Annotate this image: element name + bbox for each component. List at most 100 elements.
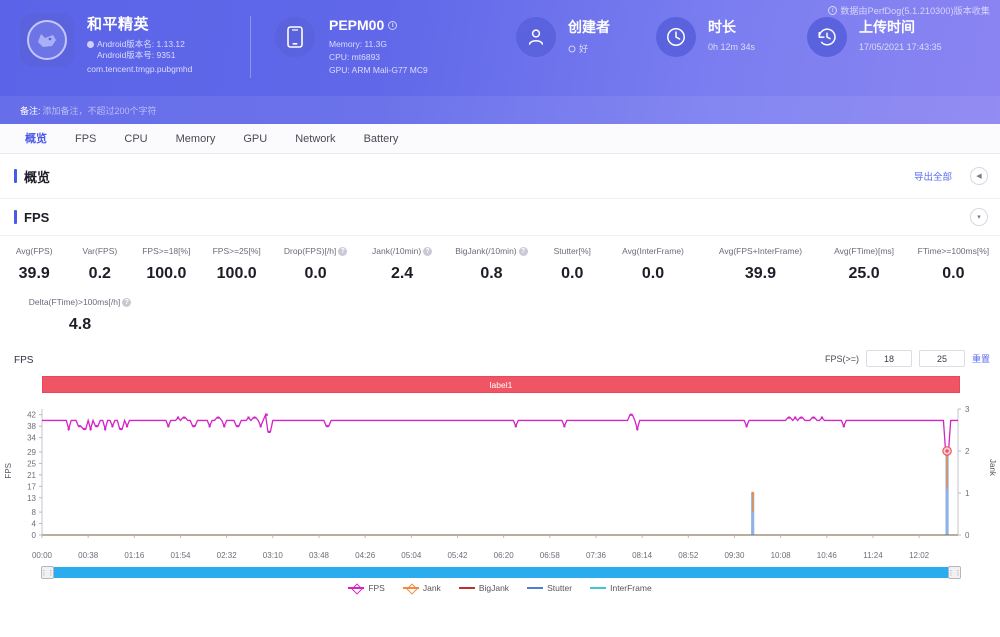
x-axis-tick-label: 07:36: [585, 551, 606, 560]
svg-text:38: 38: [27, 422, 36, 431]
fps-threshold-low-input[interactable]: [865, 350, 912, 367]
help-icon[interactable]: ?: [338, 246, 348, 256]
app-version-name: Android版本名: 1.13.12: [97, 39, 185, 49]
device-info-icon[interactable]: i: [388, 20, 398, 30]
tab-GPU[interactable]: GPU: [229, 124, 281, 154]
legend-swatch-icon: [527, 587, 544, 589]
metric-FPS>=25[%]: FPS>=25[%] 100.0: [202, 246, 272, 283]
metric-value: 100.0: [216, 265, 257, 282]
help-icon[interactable]: ?: [518, 246, 528, 256]
tab-CPU[interactable]: CPU: [110, 124, 161, 154]
x-axis-tick-label: 10:46: [816, 551, 837, 560]
user-icon: [528, 29, 544, 45]
metric-label: FPS>=25[%]: [212, 246, 261, 256]
scrollbar-left-handle[interactable]: ⋮⋮: [41, 566, 55, 579]
metric-FPS>=18[%]: FPS>=18[%] 100.0: [131, 246, 201, 283]
metric-label: Avg(FPS): [15, 246, 53, 256]
metric-label: BigJank(/10min)?: [455, 246, 528, 256]
x-axis-tick-label: 00:00: [31, 551, 53, 560]
legend-item-FPS[interactable]: FPS: [348, 583, 385, 593]
metric-FTime>=100ms[%]: FTime>=100ms[%] 0.0: [907, 246, 1000, 283]
person-small-icon: [568, 45, 576, 52]
svg-text:3: 3: [965, 405, 970, 414]
help-icon[interactable]: ?: [122, 297, 132, 307]
metric-Stutter[%]: Stutter[%] 0.0: [538, 246, 606, 283]
x-axis-tick-label: 01:54: [170, 551, 191, 560]
history-clock-icon: [818, 28, 836, 46]
legend-item-Jank[interactable]: Jank: [402, 583, 441, 593]
x-axis-tick-label: 06:20: [493, 551, 514, 560]
legend-item-InterFrame[interactable]: InterFrame: [590, 583, 652, 593]
metric-Delta(FTime)>100ms[/h]: Delta(FTime)>100ms[/h]? 4.8: [0, 297, 160, 334]
metric-label: Avg(FTime)[ms]: [834, 246, 895, 256]
scene-label-band[interactable]: label1: [42, 376, 960, 393]
help-icon[interactable]: ?: [423, 246, 433, 256]
svg-text:13: 13: [27, 494, 36, 503]
legend-swatch-icon: [402, 587, 419, 589]
metric-label: Avg(InterFrame): [622, 246, 684, 256]
legend-swatch-icon: [348, 587, 365, 589]
x-axis-tick-label: 05:42: [447, 551, 468, 560]
overview-section-header: 概览 导出全部 ◀: [0, 154, 1000, 198]
fps-section-title: FPS: [24, 209, 50, 225]
upload-time-label: 上传时间: [859, 19, 916, 35]
tab-FPS[interactable]: FPS: [61, 124, 110, 154]
fps-chart: FPS FPS(>=) 重置 label1 048131721252934384…: [0, 348, 1000, 593]
metric-Avg(FPS+InterFrame): Avg(FPS+InterFrame) 39.9: [700, 246, 822, 283]
x-axis-tick-label: 10:08: [770, 551, 791, 560]
chart-range-scrollbar[interactable]: ⋮⋮ ⋮⋮: [41, 566, 962, 579]
legend-label: BigJank: [478, 583, 510, 593]
legend-label: Stutter: [547, 583, 573, 593]
scrollbar-right-handle[interactable]: ⋮⋮: [948, 566, 962, 579]
metric-Avg(FPS): Avg(FPS) 39.9: [0, 246, 68, 283]
export-all-button[interactable]: 导出全部: [914, 169, 952, 183]
metric-value: 39.9: [744, 265, 777, 282]
overview-collapse-button[interactable]: ◀: [970, 167, 988, 185]
tab-Network[interactable]: Network: [281, 124, 349, 154]
report-header: i 数据由PerfDog(5.1.210300)版本收集 和平精英 Androi…: [0, 0, 1000, 124]
fps-threshold-high-input[interactable]: [918, 350, 965, 367]
x-axis-tick-label: 08:14: [632, 551, 653, 560]
scrollbar-track[interactable]: [42, 567, 960, 578]
app-version-code: Android版本号: 9351: [97, 50, 176, 60]
fps-plot-area[interactable]: 0 4 8 13 17 21 25 29 34 38 42 0 1 2 3 FPS Jank: [0, 401, 1000, 551]
legend-item-BigJank[interactable]: BigJank: [458, 583, 510, 593]
reset-button[interactable]: 重置: [972, 352, 990, 365]
metric-value: 0.0: [561, 265, 584, 282]
fps-metrics-panel: Avg(FPS) 39.9 Var(FPS) 0.2 FPS>=18[%] 100.0 FP…: [0, 235, 1000, 340]
fps-chart-toolbar: FPS FPS(>=) 重置: [0, 348, 1000, 372]
creator-value: 好: [579, 44, 589, 54]
wolf-logo-icon: [38, 34, 56, 47]
x-axis-tick-label: 08:52: [678, 551, 699, 560]
metric-value: 0.2: [88, 265, 111, 282]
app-info-block: 和平精英 Android版本名: 1.13.12 Android版本号: 935…: [0, 0, 250, 75]
metric-Avg(FTime)[ms]: Avg(FTime)[ms] 25.0: [821, 246, 907, 283]
svg-text:34: 34: [27, 434, 36, 443]
metric-BigJank(/10min): BigJank(/10min)? 0.8: [445, 246, 538, 283]
android-icon: [87, 41, 94, 48]
metric-Var(FPS): Var(FPS) 0.2: [68, 246, 131, 283]
device-model: PEPM00: [329, 17, 385, 33]
device-cpu: CPU: mt6893: [329, 52, 381, 62]
y2-axis-title: Jank: [988, 459, 997, 476]
x-axis-tick-label: 04:26: [355, 551, 376, 560]
clock-icon: [667, 28, 685, 46]
fps-collapse-button[interactable]: ▾: [970, 208, 988, 226]
metric-Avg(InterFrame): Avg(InterFrame) 0.0: [606, 246, 699, 283]
metric-value: 0.0: [942, 265, 965, 282]
tab-概览[interactable]: 概览: [11, 124, 61, 154]
metric-value: 25.0: [848, 265, 880, 282]
x-axis-tick-label: 05:04: [401, 551, 422, 560]
metric-value: 2.4: [390, 265, 414, 282]
metric-value: 0.8: [480, 265, 503, 282]
phone-icon: [287, 26, 303, 48]
fps-metrics-row-primary: Avg(FPS) 39.9 Var(FPS) 0.2 FPS>=18[%] 100.0 FP…: [0, 246, 1000, 283]
x-axis-tick-label: 03:10: [262, 551, 283, 560]
legend-item-Stutter[interactable]: Stutter: [527, 583, 572, 593]
legend-swatch-icon: [590, 587, 607, 589]
fps-section-header: FPS ▾: [0, 199, 1000, 235]
remark-bar[interactable]: 备注: 添加备注，不超过200个字符: [0, 96, 1000, 124]
fps-plot-svg[interactable]: 0 4 8 13 17 21 25 29 34 38 42 0 1 2 3: [0, 401, 1000, 551]
tab-Battery[interactable]: Battery: [350, 124, 413, 154]
tab-Memory[interactable]: Memory: [162, 124, 230, 154]
